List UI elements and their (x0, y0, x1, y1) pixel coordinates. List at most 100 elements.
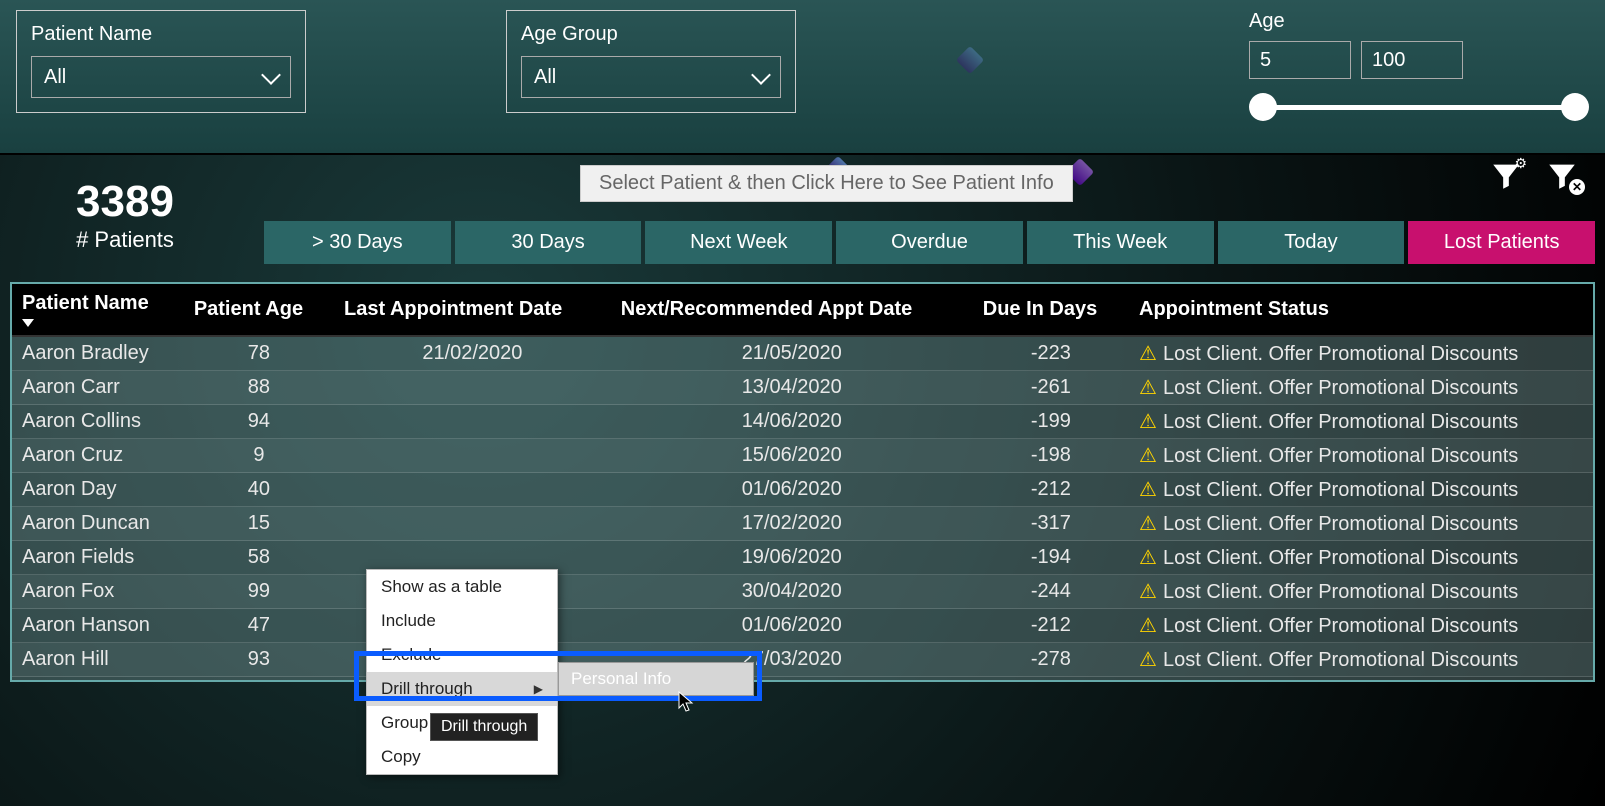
status-cell[interactable]: ⚠Lost Client. Offer Promotional Discount… (1129, 507, 1593, 541)
cell[interactable]: 9 (184, 439, 334, 473)
age-group-select[interactable]: All (521, 56, 781, 98)
cell[interactable]: -199 (973, 405, 1129, 439)
table-row[interactable]: Aaron Bradley7821/02/202021/05/2020-223⚠… (12, 336, 1593, 371)
cell[interactable]: -317 (973, 507, 1129, 541)
drill-through-submenu[interactable]: Personal Info (558, 662, 754, 696)
status-cell[interactable]: ⚠Lost Client. Offer Promotional Discount… (1129, 473, 1593, 507)
cell[interactable]: -198 (973, 439, 1129, 473)
clear-filter-icon[interactable]: ✕ (1545, 159, 1579, 193)
status-cell[interactable]: ⚠Lost Client. Offer Promotional Discount… (1129, 336, 1593, 371)
cell[interactable]: 13/04/2020 (611, 371, 973, 405)
cell[interactable]: Aaron Fields (12, 541, 184, 575)
table-row[interactable]: Aaron Carr88 13/04/2020-261⚠Lost Client. … (12, 371, 1593, 405)
cell[interactable]: -261 (973, 371, 1129, 405)
cell[interactable]: 78 (184, 336, 334, 371)
status-cell[interactable]: ⚠Lost Client. Offer Promotional Discount… (1129, 439, 1593, 473)
status-cell[interactable]: ⚠Lost Client. Offer Promotional Discount… (1129, 405, 1593, 439)
column-header[interactable]: Patient Age (184, 284, 334, 336)
cell[interactable]: 14/06/2020 (611, 405, 973, 439)
cell[interactable]: 94 (184, 405, 334, 439)
age-min-input[interactable] (1249, 41, 1351, 79)
context-menu[interactable]: Show as a tableIncludeExcludeDrill throu… (366, 569, 558, 775)
cell[interactable] (334, 371, 611, 405)
cell[interactable]: -278 (973, 643, 1129, 677)
cell[interactable]: 67 (184, 677, 334, 683)
cell[interactable]: Aaron Hanson (12, 609, 184, 643)
tab-today[interactable]: Today (1218, 221, 1405, 264)
cell[interactable]: Aaron Hill (12, 643, 184, 677)
table-row[interactable]: Aaron Fox9931/01/202030/04/2020-244⚠Lost… (12, 575, 1593, 609)
column-header[interactable]: Next/Recommended Appt Date (611, 284, 973, 336)
context-menu-item[interactable]: Drill through▶ (367, 672, 557, 706)
cell[interactable]: Aaron Holmes (12, 677, 184, 683)
tab-lost-patients[interactable]: Lost Patients (1408, 221, 1595, 264)
cell[interactable] (334, 507, 611, 541)
cell[interactable]: 21/02/2020 (334, 336, 611, 371)
cell[interactable]: Aaron Cruz (12, 439, 184, 473)
context-menu-item[interactable]: Show as a table (367, 570, 557, 604)
table-row[interactable]: Aaron Duncan15 17/02/2020-317⚠Lost Client… (12, 507, 1593, 541)
column-header[interactable]: Appointment Status (1129, 284, 1593, 336)
age-slider[interactable] (1249, 93, 1589, 123)
cell[interactable]: 15/06/2020 (611, 439, 973, 473)
column-header[interactable]: Last Appointment Date (334, 284, 611, 336)
tab--30-days[interactable]: > 30 Days (264, 221, 451, 264)
patient-info-button[interactable]: Select Patient & then Click Here to See … (580, 165, 1073, 202)
cell[interactable]: -223 (973, 336, 1129, 371)
cell[interactable]: -244 (973, 575, 1129, 609)
cell[interactable]: Aaron Day (12, 473, 184, 507)
cell[interactable]: 30/04/2020 (611, 575, 973, 609)
cell[interactable]: Aaron Carr (12, 371, 184, 405)
table-row[interactable]: Aaron Hanson4701/12/201901/06/2020-212⚠L… (12, 609, 1593, 643)
cell[interactable]: -219 (973, 677, 1129, 683)
table-row[interactable]: Aaron Cruz9 15/06/2020-198⚠Lost Client. O… (12, 439, 1593, 473)
submenu-personal-info[interactable]: Personal Info (559, 663, 753, 695)
cell[interactable] (334, 473, 611, 507)
status-cell[interactable]: ⚠Lost Client. Offer Promotional Discount… (1129, 609, 1593, 643)
cell[interactable]: 01/06/2020 (611, 473, 973, 507)
tab-next-week[interactable]: Next Week (645, 221, 832, 264)
cell[interactable]: 99 (184, 575, 334, 609)
table-row[interactable]: Aaron Collins94 14/06/2020-199⚠Lost Clien… (12, 405, 1593, 439)
cell[interactable]: 47 (184, 609, 334, 643)
cell[interactable]: 01/06/2020 (611, 609, 973, 643)
status-cell[interactable]: ⚠Lost Client. Offer Promotional Discount… (1129, 371, 1593, 405)
column-header[interactable]: Patient Name (12, 284, 184, 336)
cell[interactable]: -212 (973, 473, 1129, 507)
cell[interactable]: -194 (973, 541, 1129, 575)
status-cell[interactable]: ⚠Lost Client. Offer Promotional Discount… (1129, 677, 1593, 683)
cell[interactable]: 19/06/2020 (611, 541, 973, 575)
cell[interactable]: 21/05/2020 (611, 336, 973, 371)
tab-overdue[interactable]: Overdue (836, 221, 1023, 264)
tab-30-days[interactable]: 30 Days (455, 221, 642, 264)
cell[interactable]: Aaron Collins (12, 405, 184, 439)
patient-name-select[interactable]: All (31, 56, 291, 98)
cell[interactable]: 15 (184, 507, 334, 541)
filter-settings-icon[interactable]: ⚙ (1489, 159, 1523, 193)
status-cell[interactable]: ⚠Lost Client. Offer Promotional Discount… (1129, 575, 1593, 609)
table-row[interactable]: Aaron Fields58 19/06/2020-194⚠Lost Client… (12, 541, 1593, 575)
slider-thumb-min[interactable] (1249, 93, 1277, 121)
cell[interactable]: Aaron Bradley (12, 336, 184, 371)
context-menu-item[interactable]: Exclude (367, 638, 557, 672)
slider-thumb-max[interactable] (1561, 93, 1589, 121)
age-max-input[interactable] (1361, 41, 1463, 79)
context-menu-item[interactable]: Include (367, 604, 557, 638)
cell[interactable] (334, 439, 611, 473)
cell[interactable]: -212 (973, 609, 1129, 643)
table-row[interactable]: Aaron Day40 01/06/2020-212⚠Lost Client. O… (12, 473, 1593, 507)
context-menu-item[interactable]: Copy (367, 740, 557, 774)
cell[interactable]: Aaron Duncan (12, 507, 184, 541)
cell[interactable]: 58 (184, 541, 334, 575)
cell[interactable]: 17/02/2020 (611, 507, 973, 541)
status-cell[interactable]: ⚠Lost Client. Offer Promotional Discount… (1129, 643, 1593, 677)
cell[interactable]: 88 (184, 371, 334, 405)
cell[interactable]: Aaron Fox (12, 575, 184, 609)
column-header[interactable]: Due In Days (973, 284, 1129, 336)
status-cell[interactable]: ⚠Lost Client. Offer Promotional Discount… (1129, 541, 1593, 575)
table-row[interactable]: Aaron Hill9327/12/201927/03/2020-278⚠Los… (12, 643, 1593, 677)
tab-this-week[interactable]: This Week (1027, 221, 1214, 264)
cell[interactable]: 93 (184, 643, 334, 677)
cell[interactable]: 40 (184, 473, 334, 507)
table-row[interactable]: Aaron Holmes6725/02/202025/05/2020-219⚠L… (12, 677, 1593, 683)
